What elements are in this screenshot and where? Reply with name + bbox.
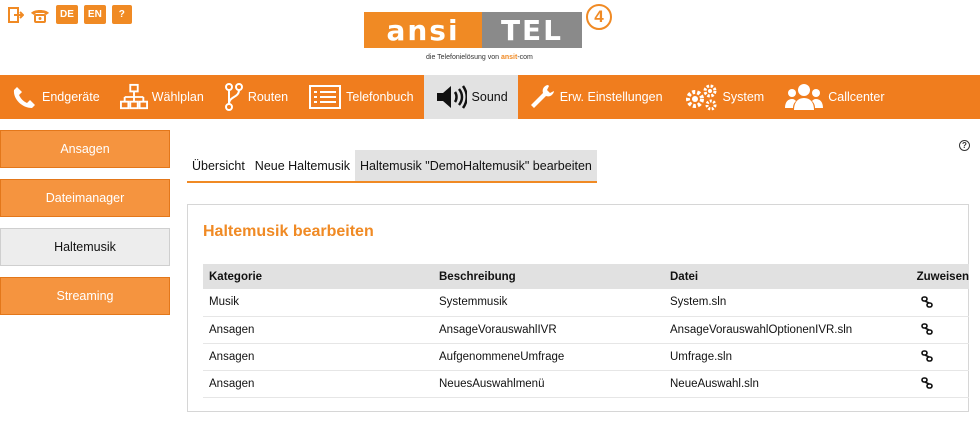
nav-item-system[interactable]: System — [673, 75, 775, 119]
logo-left-text: ansi — [364, 12, 482, 48]
cell-datei: AnsageVorauswahlOptionenIVR.sln — [664, 316, 874, 344]
nav-item-callcenter[interactable]: Callcenter — [774, 75, 894, 119]
tab-haltemusik-bearbeiten[interactable]: Haltemusik "DemoHaltemusik" bearbeiten — [354, 150, 597, 181]
lang-en-button[interactable]: EN — [83, 5, 106, 24]
column-header-zuweisen: Zuweisen — [874, 264, 969, 289]
nav-item-telefonbuch[interactable]: Telefonbuch — [298, 75, 423, 119]
lang-de-button[interactable]: DE — [56, 5, 78, 24]
cell-beschreibung: NeuesAuswahlmenü — [433, 370, 664, 398]
list-icon — [308, 83, 342, 111]
version-badge: 4 — [586, 4, 612, 30]
logo-right-text: TEL — [482, 12, 582, 48]
nav-label: System — [722, 90, 765, 104]
link-icon[interactable] — [921, 350, 933, 363]
cell-zuweisen — [874, 289, 969, 317]
tab-uebersicht[interactable]: Übersicht — [187, 150, 250, 181]
cell-datei: NeueAuswahl.sln — [664, 370, 874, 398]
breadcrumb: Übersicht Neue Haltemusik Haltemusik "De… — [187, 150, 597, 183]
table-row: Ansagen AufgenommeneUmfrage Umfrage.sln — [203, 343, 969, 371]
cell-kategorie: Ansagen — [203, 343, 433, 371]
sitemap-icon — [119, 83, 148, 111]
cell-kategorie: Ansagen — [203, 316, 433, 344]
speaker-icon — [434, 83, 468, 111]
tagline-suffix: -com — [517, 54, 533, 61]
cell-beschreibung: Systemmusik — [433, 289, 664, 317]
utility-bar: DE EN ? — [8, 5, 132, 24]
sidebar-item-dateimanager[interactable]: Dateimanager — [0, 179, 170, 217]
cell-zuweisen — [874, 316, 969, 344]
logout-icon[interactable] — [8, 5, 24, 24]
nav-item-endgeraete[interactable]: Endgeräte — [0, 75, 110, 119]
sidebar-item-haltemusik[interactable]: Haltemusik — [0, 228, 170, 266]
top-header: DE EN ? ansi TEL 4 die Telefonielösung v… — [0, 0, 980, 75]
nav-item-waehlplan[interactable]: Wählplan — [110, 75, 214, 119]
link-icon[interactable] — [921, 377, 933, 390]
cell-datei: Umfrage.sln — [664, 343, 874, 371]
nav-label: Wählplan — [151, 90, 204, 104]
nav-label: Callcenter — [828, 90, 885, 104]
sidebar: Ansagen Dateimanager Haltemusik Streamin… — [0, 130, 170, 326]
nav-label: Telefonbuch — [346, 90, 414, 104]
nav-label: Erw. Einstellungen — [559, 90, 663, 104]
gears-icon — [683, 83, 719, 111]
nav-item-sound[interactable]: Sound — [423, 75, 518, 119]
link-icon[interactable] — [921, 323, 933, 336]
edit-panel: Haltemusik bearbeiten Kategorie Beschrei… — [187, 204, 969, 412]
table-row: Musik Systemmusik System.sln — [203, 289, 969, 317]
route-icon — [224, 83, 244, 111]
panel-title: Haltemusik bearbeiten — [203, 223, 374, 240]
cell-datei: System.sln — [664, 289, 874, 317]
logo-wordmark: ansi TEL — [364, 12, 582, 48]
phone-handset-icon — [10, 83, 38, 111]
logo-tagline: die Telefonielösung von ansit-com — [426, 54, 533, 61]
nav-item-erw-einstellungen[interactable]: Erw. Einstellungen — [518, 75, 673, 119]
cell-kategorie: Musik — [203, 289, 433, 317]
column-header-beschreibung: Beschreibung — [433, 264, 664, 289]
link-icon[interactable] — [921, 296, 933, 309]
phone-icon[interactable] — [30, 5, 50, 24]
column-header-datei: Datei — [664, 264, 874, 289]
sidebar-item-streaming[interactable]: Streaming — [0, 277, 170, 315]
help-icon[interactable]: ? — [959, 140, 970, 151]
nav-item-routen[interactable]: Routen — [214, 75, 298, 119]
table-header-row: Kategorie Beschreibung Datei Zuweisen — [203, 264, 969, 289]
cell-zuweisen — [874, 343, 969, 371]
help-button[interactable]: ? — [111, 5, 132, 24]
sidebar-item-ansagen[interactable]: Ansagen — [0, 130, 170, 168]
nav-label: Endgeräte — [42, 90, 100, 104]
cell-beschreibung: AnsageVorauswahlIVR — [433, 316, 664, 344]
nav-label: Routen — [247, 90, 289, 104]
tagline-prefix: die Telefonielösung von — [426, 54, 501, 61]
table-row: Ansagen AnsageVorauswahlIVR AnsageVoraus… — [203, 316, 969, 344]
nav-label: Sound — [471, 90, 508, 104]
main-nav: Endgeräte Wählplan Routen Telefonbuch So… — [0, 75, 980, 119]
music-table: Kategorie Beschreibung Datei Zuweisen Mu… — [203, 264, 969, 398]
brand-logo: ansi TEL 4 die Telefonielösung von ansit… — [364, 4, 612, 66]
column-header-kategorie: Kategorie — [203, 264, 433, 289]
users-icon — [784, 83, 824, 111]
cell-beschreibung: AufgenommeneUmfrage — [433, 343, 664, 371]
wrench-icon — [528, 83, 556, 111]
cell-zuweisen — [874, 370, 969, 398]
table-row: Ansagen NeuesAuswahlmenü NeueAuswahl.sln — [203, 370, 969, 398]
cell-kategorie: Ansagen — [203, 370, 433, 398]
tab-neue-haltemusik[interactable]: Neue Haltemusik — [250, 150, 355, 181]
tagline-brand: ansit — [500, 54, 518, 61]
